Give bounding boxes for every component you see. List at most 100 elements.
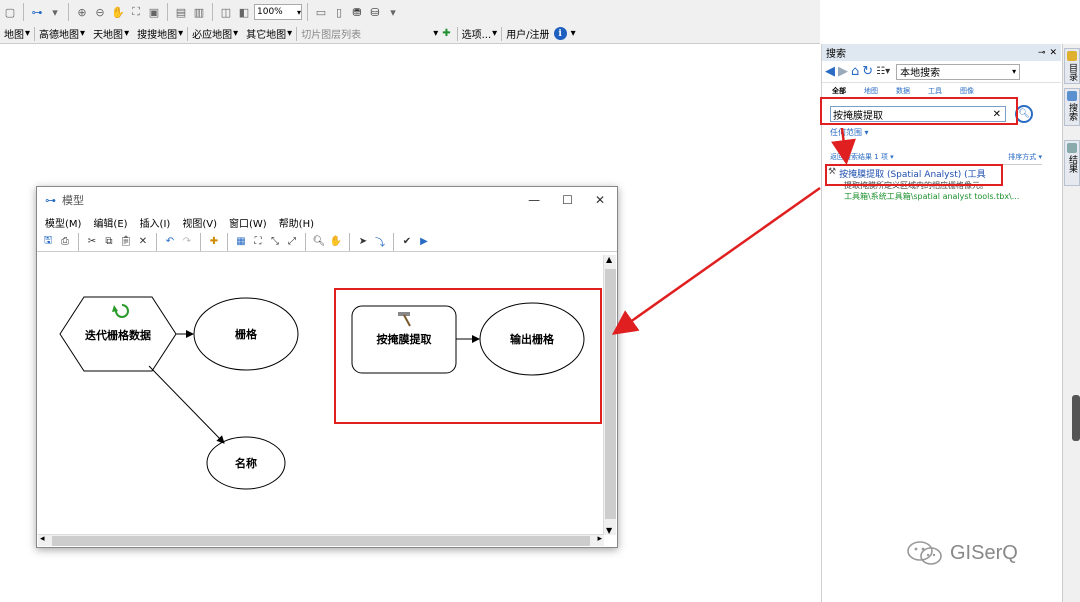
tab-images[interactable]: 图像 (960, 86, 974, 96)
map-menu-tianditu[interactable]: 天地图 ▾ (89, 26, 133, 41)
select-icon[interactable]: ▢ (2, 4, 18, 20)
pin-icon[interactable]: ⊸ (1038, 48, 1046, 58)
results-count[interactable]: 返回搜索结果 1 项 ▾ (830, 152, 894, 162)
map-menu-soso[interactable]: 搜搜地图 ▾ (133, 26, 187, 41)
sort-label: 排序方式 (1008, 153, 1037, 161)
scrollbar-thumb[interactable] (605, 269, 616, 519)
any-extent-dropdown[interactable]: 任何范围 ▾ (830, 127, 869, 138)
sort-dropdown[interactable]: 排序方式 ▾ (1008, 152, 1042, 162)
zoom-out-icon[interactable]: ⊖ (92, 4, 108, 20)
search-scope-select[interactable]: 本地搜索 ▾ (896, 63, 1021, 80)
connect-icon[interactable]: ⤵ (373, 235, 387, 249)
close-icon[interactable]: ✕ (1049, 48, 1057, 58)
model-icon[interactable]: ⊶ (29, 4, 45, 20)
undo-icon[interactable]: ↶ (163, 235, 177, 249)
tab-data[interactable]: 数据 (896, 86, 910, 96)
side-tab-search[interactable]: 搜索 (1064, 88, 1080, 126)
zoom-select[interactable]: 100% ▾ (254, 4, 302, 20)
focus-frame-icon[interactable]: ▯ (331, 4, 347, 20)
cut-icon[interactable]: ✂ (85, 235, 99, 249)
pan-icon[interactable]: ✋ (329, 235, 343, 249)
map-menu-label: 搜搜地图 (137, 30, 178, 41)
side-tab-catalog[interactable]: 目录 (1064, 48, 1080, 84)
back-arrow-icon[interactable]: ◀ (825, 64, 835, 79)
forward-arrow-icon[interactable]: ▶ (838, 64, 848, 79)
close-icon[interactable]: ✕ (595, 193, 605, 207)
tab-all[interactable]: 全部 (832, 86, 846, 96)
map-menu-0[interactable]: 地图 ▾ (0, 26, 34, 41)
model-diagram: 迭代栅格数据 栅格 名称 按掩膜提取 输出栅格 (59, 288, 602, 490)
tile-layer-list[interactable]: 切片图层列表 (297, 26, 429, 41)
info-icon[interactable]: i (553, 27, 567, 40)
add-tile-layer-icon[interactable]: ✚ (442, 28, 456, 39)
fixed-zoom-in-icon[interactable]: ⤡ (268, 235, 282, 249)
maximize-icon[interactable]: ☐ (562, 193, 573, 207)
full-extent-icon[interactable]: ⛶ (128, 4, 144, 20)
redo-icon[interactable]: ↷ (180, 235, 194, 249)
tab-tools[interactable]: 工具 (928, 86, 942, 96)
select-pointer-icon[interactable]: ➤ (356, 235, 370, 249)
full-extent-icon[interactable]: ⛶ (251, 235, 265, 249)
zoom-in-icon[interactable]: 🔍︎ (312, 235, 326, 249)
page-fit-icon[interactable]: ▥ (191, 4, 207, 20)
dropdown-icon[interactable]: ▾ (567, 28, 576, 39)
toolbar-separator (78, 232, 79, 251)
scroll-down-icon[interactable]: ▼ (606, 526, 612, 535)
auto-layout-icon[interactable]: ▦ (234, 235, 248, 249)
refresh-icon[interactable]: ↻ (862, 64, 873, 79)
zoom-in-icon[interactable]: ⊕ (74, 4, 90, 20)
dropdown-icon[interactable]: ▾ (385, 4, 401, 20)
horizontal-scrollbar[interactable]: ◂ ▸ (38, 534, 604, 546)
map-menu-label: 必应地图 (192, 30, 233, 41)
map-menu-label: 地图 (4, 30, 24, 41)
map-menu-label: 高德地图 (39, 30, 80, 41)
dropdown-icon[interactable]: ▾ (47, 4, 63, 20)
pan-icon[interactable]: ✋ (110, 4, 126, 20)
menu-edit[interactable]: 编辑(E) (93, 215, 127, 230)
user-register-link[interactable]: 用户/注册 (502, 26, 553, 41)
copy-icon[interactable]: ⧉ (102, 235, 116, 249)
zoom-page-out-icon[interactable]: ◧ (236, 4, 252, 20)
run-icon[interactable]: ▶ (417, 235, 431, 249)
save-icon[interactable]: 🖫︎ (41, 235, 55, 249)
home-icon[interactable]: ⌂ (851, 64, 859, 79)
scroll-left-icon[interactable]: ◂ (40, 534, 45, 544)
fixed-zoom-icon[interactable]: ▣ (146, 4, 162, 20)
delete-icon[interactable]: ✕ (136, 235, 150, 249)
map-menu-other[interactable]: 其它地图 ▾ (242, 26, 296, 41)
watermark-text: GISerQ (950, 541, 1018, 564)
map-menu-bing[interactable]: 必应地图 ▾ (188, 26, 242, 41)
page-layout-icon[interactable]: ▤ (173, 4, 189, 20)
output-raster-label: 输出栅格 (510, 332, 555, 346)
layout-change-icon[interactable]: ⛃ (349, 4, 365, 20)
scrollbar-thumb[interactable] (52, 536, 590, 546)
side-tab-results[interactable]: 结果 (1064, 140, 1080, 186)
options-menu[interactable]: 选项... ▾ (458, 26, 502, 41)
scroll-right-icon[interactable]: ▸ (597, 534, 602, 544)
paste-icon[interactable]: 📋︎ (119, 235, 133, 249)
menu-help[interactable]: 帮助(H) (279, 215, 314, 230)
fixed-zoom-out-icon[interactable]: ⤢ (285, 235, 299, 249)
toolbar-separator (156, 232, 157, 251)
toolbar-separator (68, 3, 69, 21)
print-icon[interactable]: ⎙ (58, 235, 72, 249)
validate-icon[interactable]: ✔ (400, 235, 414, 249)
side-scroll-handle[interactable] (1072, 395, 1080, 441)
vertical-scrollbar[interactable]: ▲ ▼ (603, 255, 616, 535)
model-canvas[interactable]: 迭代栅格数据 栅格 名称 按掩膜提取 输出栅格 (38, 255, 604, 535)
view-options-icon[interactable]: ☷▾ (876, 66, 890, 77)
minimize-icon[interactable]: — (528, 193, 540, 207)
zoom-page-in-icon[interactable]: ◫ (218, 4, 234, 20)
scroll-up-icon[interactable]: ▲ (606, 255, 612, 264)
chevron-down-icon[interactable]: ▾ (429, 28, 442, 39)
data-driven-pages-icon[interactable]: ⛁ (367, 4, 383, 20)
add-data-icon[interactable]: ✚ (207, 235, 221, 249)
menu-window[interactable]: 窗口(W) (229, 215, 267, 230)
menu-insert[interactable]: 插入(I) (140, 215, 171, 230)
menu-view[interactable]: 视图(V) (182, 215, 217, 230)
map-menu-gaode[interactable]: 高德地图 ▾ (35, 26, 89, 41)
tab-maps[interactable]: 地图 (864, 86, 878, 96)
search-scope-value: 本地搜索 (900, 68, 941, 79)
menu-model[interactable]: 模型(M) (45, 215, 81, 230)
draft-mode-icon[interactable]: ▭ (313, 4, 329, 20)
